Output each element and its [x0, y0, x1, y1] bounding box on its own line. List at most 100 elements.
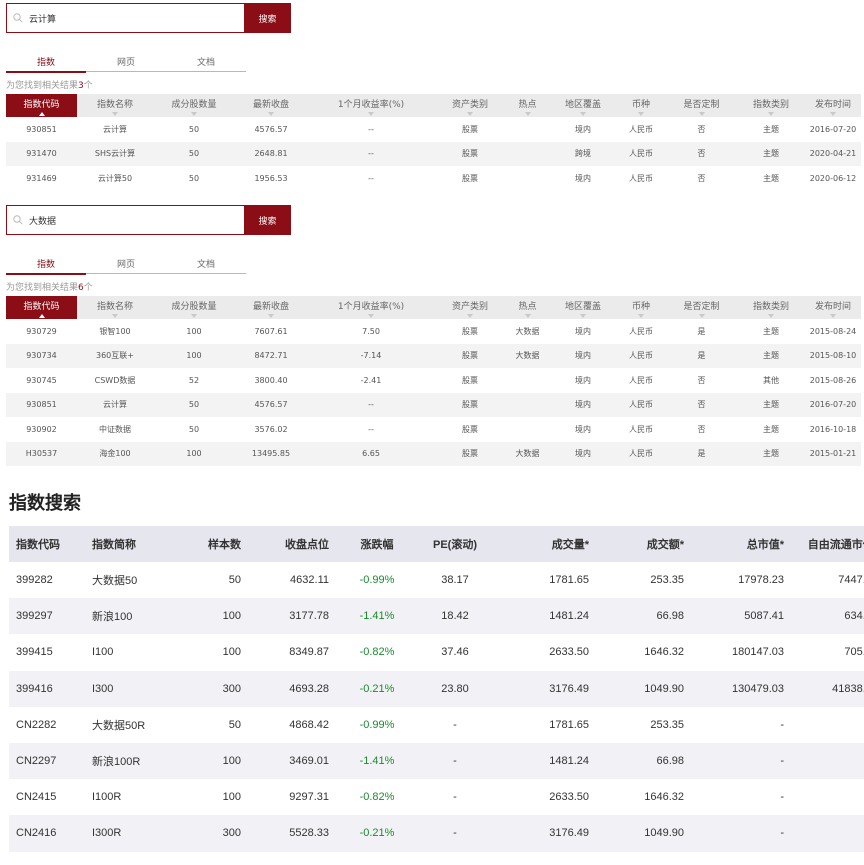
column-header[interactable]: 最新收盘: [235, 296, 307, 319]
column-header[interactable]: 指数代码: [6, 94, 77, 117]
table-row[interactable]: 930851 云计算 50 4576.57 -- 股票 境内 人民币否主题 2016-07-20: [6, 392, 861, 417]
table-cell: 股票: [435, 441, 505, 466]
column-header[interactable]: 指数类别: [737, 94, 805, 117]
column-header[interactable]: 热点: [505, 296, 550, 319]
column-header[interactable]: 1个月收益率(%): [307, 296, 435, 319]
column-header[interactable]: 热点: [505, 94, 550, 117]
column-header[interactable]: 币种: [616, 296, 666, 319]
search-input[interactable]: 云计算: [6, 3, 244, 33]
table-cell: -1.41%: [336, 598, 418, 635]
table-cell: 100: [170, 742, 248, 780]
table-cell: 7.50: [362, 326, 380, 336]
table-cell: 4632.11: [290, 574, 329, 587]
table-row[interactable]: 931470 SHS云计算 50 2648.81 -- 股票 跨境 人民币否主题 2020-04…: [6, 141, 861, 166]
column-header[interactable]: 资产类别: [435, 94, 505, 117]
table-cell: -: [453, 718, 457, 731]
table-cell: 跨境: [550, 141, 616, 166]
index-name: I300R: [85, 815, 170, 852]
table-cell: [505, 368, 550, 393]
index-code: CN2415: [16, 791, 57, 804]
column-header[interactable]: 指数名称: [77, 296, 153, 319]
column-header[interactable]: 币种: [616, 94, 666, 117]
column-header[interactable]: 指数代码: [6, 296, 77, 319]
column-header[interactable]: 指数名称: [77, 94, 153, 117]
table-cell: 云计算: [77, 392, 153, 417]
table-cell: --: [368, 124, 374, 134]
table-cell: 66.98: [596, 598, 691, 635]
column-header[interactable]: 资产类别: [435, 296, 505, 319]
table-row[interactable]: CN2282 大数据50R 50 4868.42 -0.99% - 1781.65 253.3…: [9, 707, 864, 743]
table-row[interactable]: 930902 中证数据 50 3576.02 -- 股票 境内 人民币 否 主题 2016-10-1…: [6, 417, 861, 442]
search-row: 云计算 搜索: [6, 3, 861, 33]
table-cell: 100: [222, 646, 241, 659]
table-row[interactable]: 930734 360互联+ 100 8472.71 -7.14 股票 大数据 境内 人民币是主题…: [6, 343, 861, 368]
table-row[interactable]: 399416 I300 300 4693.28 -0.21% 23.80 3176.49 10…: [9, 670, 864, 707]
column-header[interactable]: 指数类别: [737, 296, 805, 319]
column-header[interactable]: 1个月收益率(%): [307, 94, 435, 117]
search-query: 云计算: [29, 14, 57, 25]
table-cell: 50: [153, 141, 235, 166]
column-header[interactable]: 是否定制: [666, 296, 737, 319]
table-cell: 100: [186, 326, 202, 336]
table-cell: 境内: [575, 173, 591, 183]
column-header: PE(滚动): [418, 526, 492, 562]
table-row[interactable]: 930729 银智100 100 7607.61 7.50 股票 大数据 境内 人民币 是 主题 20…: [6, 319, 861, 344]
table-cell: 股票: [435, 343, 505, 368]
tab-index[interactable]: 指数: [6, 57, 86, 73]
sort-down-icon: [191, 112, 197, 116]
table-cell: CSWD数据: [94, 375, 136, 385]
table-row[interactable]: 399415 I100 100 8349.87 -0.82% 37.46 2633.50 16…: [9, 634, 864, 670]
column-header[interactable]: 地区覆盖: [550, 94, 616, 117]
column-header[interactable]: 成分股数量: [153, 296, 235, 319]
table-row[interactable]: CN2416 I300R 300 5528.33 -0.21% -3176.49 1049.…: [9, 815, 864, 852]
search-button[interactable]: 搜索: [244, 205, 291, 235]
index-code: 399297: [9, 598, 85, 635]
table-cell: 人民币: [616, 343, 666, 368]
table-cell: 人民币: [629, 326, 653, 336]
table-row[interactable]: 399282 大数据50 50 4632.11 -0.99% 38.17 1781.65 25…: [9, 562, 864, 598]
tab-web[interactable]: 网页: [86, 57, 166, 71]
table-cell: 3469.01: [248, 742, 336, 780]
column-header[interactable]: 地区覆盖: [550, 296, 616, 319]
search-button[interactable]: 搜索: [244, 3, 291, 33]
table-row[interactable]: CN2415 I100R 100 9297.31 -0.82% - 2633.50 1646.…: [9, 779, 864, 815]
table-cell: -: [780, 718, 784, 731]
table-cell: -0.99%: [359, 574, 395, 587]
table-cell: 8472.71: [235, 343, 307, 368]
column-header[interactable]: 是否定制: [666, 94, 737, 117]
tab-index[interactable]: 指数: [6, 259, 86, 275]
table-cell: 2633.50: [549, 646, 589, 659]
table-cell: --: [307, 141, 435, 166]
column-header[interactable]: 最新收盘: [235, 94, 307, 117]
table-cell: 253.35: [650, 718, 684, 731]
search-input[interactable]: 大数据: [6, 205, 244, 235]
table-row[interactable]: H30537 海金100 100 13495.85 6.65 股票 大数据 境内 人民币是主题 2…: [6, 441, 861, 466]
table-cell: 931470: [6, 141, 77, 166]
index-code: CN2297: [9, 742, 85, 780]
table-cell: 6.65: [307, 441, 435, 466]
table-cell: 境内: [550, 441, 616, 466]
table-row[interactable]: CN2297 新浪100R 100 3469.01 -1.41% -1481.24 66.9…: [9, 742, 864, 780]
table-cell: 100: [153, 441, 235, 466]
table-cell: 130479.03: [691, 670, 791, 707]
sort-down-icon: [638, 112, 644, 116]
table-cell: 8349.87: [289, 646, 329, 659]
column-header[interactable]: 成分股数量: [153, 94, 235, 117]
table-row[interactable]: 399297 新浪100 100 3177.78 -1.41% 18.42 1481.24 6…: [9, 598, 864, 635]
header-row: 指数代码 指数名称 成分股数量 最新收盘 1个月收益率(%) 资产类别 热点 地区覆盖 币种 是否…: [6, 296, 861, 319]
result-tabs: 指数 网页 文档: [6, 259, 246, 275]
table-cell: 1781.65: [549, 574, 589, 587]
index-search-table: 指数代码 指数简称 样本数 收盘点位 涨跌幅 PE(滚动) 成交量* 成交额* 总市值* 自由流通…: [9, 526, 864, 852]
table-cell: 银智100: [99, 326, 131, 336]
table-cell: 主题: [737, 441, 805, 466]
tab-docs[interactable]: 文档: [166, 57, 246, 71]
tab-docs[interactable]: 文档: [166, 259, 246, 273]
tab-web[interactable]: 网页: [86, 259, 166, 273]
table-cell: 是: [666, 343, 737, 368]
table-row[interactable]: 931469 云计算50 50 1956.53 -- 股票 境内 人民币 否 主题 2020-06-…: [6, 166, 861, 191]
results-body: 930729 银智100 100 7607.61 7.50 股票 大数据 境内 人民币是主题 20…: [6, 319, 861, 466]
table-row[interactable]: 930851 云计算 50 4576.57 -- 股票 境内 人民币否主题 2016-07-20: [6, 117, 861, 142]
column-header[interactable]: 发布时间: [805, 296, 861, 319]
table-row[interactable]: 930745 CSWD数据 52 3800.40 -2.41 股票 境内 人民币 否 其他 2015…: [6, 368, 861, 393]
column-header[interactable]: 发布时间: [805, 94, 861, 117]
